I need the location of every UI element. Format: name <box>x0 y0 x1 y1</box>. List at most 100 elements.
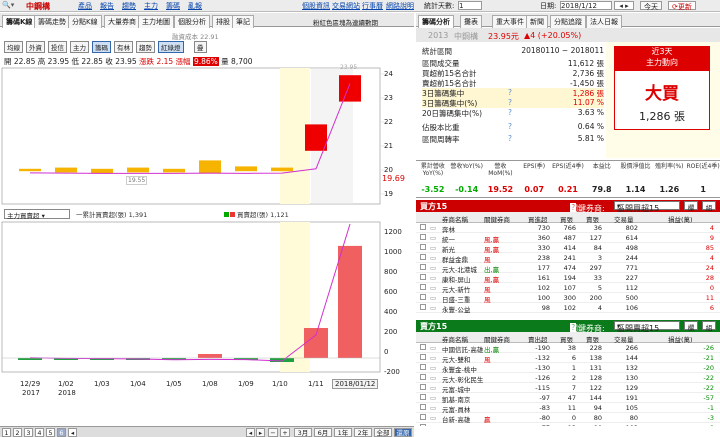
today-button[interactable]: 今天 <box>640 1 662 11</box>
row-checkbox[interactable] <box>420 374 426 380</box>
tab-news[interactable]: 新聞 <box>526 15 548 29</box>
row-checkbox[interactable] <box>420 234 426 240</box>
help-icon[interactable]: ? <box>508 134 512 143</box>
col-header[interactable]: 賣張 <box>586 214 599 224</box>
table-row[interactable]: ▭ 元大-新竹 風 102 107 5 112 0 <box>416 284 720 294</box>
col-header[interactable]: 損益(萬) <box>668 334 693 344</box>
row-checkbox[interactable] <box>420 294 426 300</box>
col-header[interactable]: 損益(萬) <box>668 214 693 224</box>
row-checkbox[interactable] <box>420 304 426 310</box>
row-checkbox[interactable] <box>420 354 426 360</box>
col-header[interactable]: 券商名稱 <box>442 214 468 224</box>
zoom-in-icon[interactable]: + <box>280 428 290 437</box>
row-checkbox[interactable] <box>420 414 426 420</box>
row-checkbox[interactable] <box>420 384 426 390</box>
table-row[interactable]: ▭ 中國信託-高雄 出,贏 -190 38 228 266 -26 <box>416 344 720 354</box>
table-row[interactable]: ▭ 台新-高雄贏 -80 0 80 80 -3 <box>416 414 720 424</box>
date-input[interactable]: 2018/1/12 <box>560 1 612 10</box>
col-header[interactable]: 買張 <box>560 214 573 224</box>
table-row[interactable]: ▭ 奔林 730 766 36 802 4 <box>416 224 720 234</box>
link-stock-info[interactable]: 個股資訊 <box>302 1 330 11</box>
row-checkbox[interactable] <box>420 254 426 260</box>
zoom-out-icon[interactable]: − <box>268 428 278 437</box>
help-icon[interactable]: ? <box>508 98 512 107</box>
row-checkbox[interactable] <box>420 394 426 400</box>
refresh-button[interactable]: ⟳更新 <box>668 1 696 11</box>
days-select[interactable]: 1 <box>458 1 482 10</box>
table-row[interactable]: ▭ 康和-屏山 風,贏 161 194 33 227 28 <box>416 274 720 284</box>
page-button[interactable]: 2 <box>13 428 22 437</box>
tab-stock-analysis[interactable]: 個股分析 <box>174 15 210 29</box>
row-checkbox[interactable] <box>420 424 426 426</box>
stock-name[interactable]: 中鋼構 <box>26 1 50 12</box>
tab-branch-track[interactable]: 分點追蹤 <box>550 15 586 29</box>
tab-branch-k[interactable]: 分點K線 <box>68 15 102 29</box>
col-header[interactable]: 券商名稱 <box>442 334 468 344</box>
restore-button[interactable]: 還原 <box>394 428 412 437</box>
row-checkbox[interactable] <box>420 344 426 350</box>
tab-rank[interactable]: 排股 <box>212 15 234 29</box>
table-row[interactable]: ▭ 群益金鼎 風 238 241 3 244 4 <box>416 254 720 264</box>
row-checkbox[interactable] <box>420 244 426 250</box>
buy-range-select[interactable]: 區間買超15 ▾ <box>614 201 680 213</box>
scroll-right-icon[interactable]: ▸ <box>256 428 265 437</box>
table-row[interactable]: ▭ 元富-員林 -83 11 94 105 -1 <box>416 404 720 414</box>
zoom-all-button[interactable]: 全部 <box>374 428 392 437</box>
tab-events[interactable]: 重大事件 <box>492 15 528 29</box>
link-calendar[interactable]: 行事曆 <box>362 1 383 11</box>
col-header[interactable]: 交易量 <box>614 334 634 344</box>
page-button-active[interactable]: 6 <box>57 428 66 437</box>
zoom-2y-button[interactable]: 2年 <box>354 428 372 437</box>
row-checkbox[interactable] <box>420 264 426 270</box>
row-checkbox[interactable] <box>420 284 426 290</box>
table-row[interactable]: ▭ 元富-城中 -115 7 122 129 -22 <box>416 384 720 394</box>
table-row[interactable]: ▭ 永豐-公益 98 102 4 106 6 <box>416 304 720 314</box>
tab-chip-k[interactable]: 籌碼K線 <box>2 15 37 29</box>
col-header[interactable]: 關鍵券商 <box>484 214 510 224</box>
tab-daily-report[interactable]: 法人日報 <box>586 15 622 29</box>
table-row[interactable]: ▭ 元大-彰化民生 -126 2 128 130 -22 <box>416 374 720 384</box>
table-row[interactable]: ▭ 日盛-三重 風 100 300 200 500 11 <box>416 294 720 304</box>
col-header[interactable]: 賣出超 <box>528 334 548 344</box>
page-button[interactable]: 1 <box>2 428 11 437</box>
table-row[interactable]: ▭ 新光 風,贏 330 414 84 498 85 <box>416 244 720 254</box>
zoom-6m-button[interactable]: 6月 <box>314 428 332 437</box>
sell-filter-button[interactable]: 欄 <box>684 321 698 332</box>
lower-indicator-select[interactable]: 主力買賣超 ▾ <box>4 209 70 220</box>
scroll-left-icon[interactable]: ◂ <box>246 428 255 437</box>
page-scroll-icon[interactable]: ◂ <box>68 428 77 437</box>
col-header[interactable]: 關鍵券商 <box>484 334 510 344</box>
row-checkbox[interactable] <box>420 364 426 370</box>
page-button[interactable]: 5 <box>46 428 55 437</box>
zoom-3m-button[interactable]: 3月 <box>294 428 312 437</box>
help-icon[interactable]: ? <box>508 122 512 131</box>
help-icon[interactable]: ? <box>508 108 512 117</box>
col-header[interactable]: 交易量 <box>614 214 634 224</box>
page-button[interactable]: 4 <box>35 428 44 437</box>
link-help[interactable]: 網路說明 <box>386 1 414 11</box>
row-checkbox[interactable] <box>420 404 426 410</box>
sell-range-select[interactable]: 區間賣超15 ▾ <box>614 321 680 333</box>
search-icon[interactable]: 🔍▾ <box>2 1 14 9</box>
buy-group-button[interactable]: 組 <box>702 201 716 212</box>
buy-filter-button[interactable]: 欄 <box>684 201 698 212</box>
table-row[interactable]: ▭ 元大-雙和 風 -132 6 138 144 -21 <box>416 354 720 364</box>
sell-group-button[interactable]: 組 <box>702 321 716 332</box>
menu-main[interactable]: 主力 <box>144 1 158 11</box>
tab-note[interactable]: 筆記 <box>232 15 254 29</box>
col-header[interactable]: 買進超 <box>528 214 548 224</box>
table-row[interactable]: ▭ 元大-北港城 出,贏 177 474 297 771 24 <box>416 264 720 274</box>
page-button[interactable]: 3 <box>24 428 33 437</box>
table-row[interactable]: ▭ 凱基-南京 -97 47 144 191 -57 <box>416 394 720 404</box>
table-row[interactable]: ▭ 元富-台南 贏 -77 13 90 103 -8 <box>416 424 720 426</box>
help-icon[interactable]: ? <box>508 88 512 97</box>
col-header[interactable]: 賣張 <box>586 334 599 344</box>
menu-misc[interactable]: 亂報 <box>188 1 202 11</box>
tab-main-map[interactable]: 主力地圖 <box>138 15 174 29</box>
link-trade-site[interactable]: 交易網站 <box>332 1 360 11</box>
menu-chip[interactable]: 籌碼 <box>166 1 180 11</box>
tab-financial[interactable]: 攤表 <box>460 15 482 29</box>
menu-product[interactable]: 產品 <box>78 1 92 11</box>
tab-big-broker[interactable]: 大量券商 <box>104 15 140 29</box>
menu-trend[interactable]: 趨勢 <box>122 1 136 11</box>
